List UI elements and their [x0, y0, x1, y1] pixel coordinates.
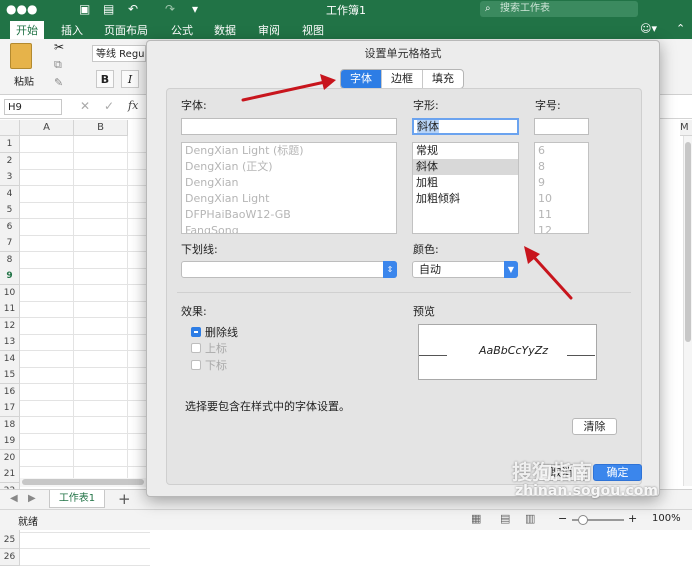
- annotation-arrows: [241, 74, 573, 300]
- row-header[interactable]: 26: [0, 548, 20, 566]
- arrow-to-italic-style: [524, 246, 573, 300]
- row-gridline: [20, 531, 150, 533]
- row-gridline: [20, 548, 150, 549]
- row-gridline: [20, 564, 150, 566]
- watermark-url: zhinan.sogou.com: [515, 483, 658, 499]
- arrow-to-font-tab: [241, 74, 336, 102]
- watermark-logo: 搜狗指南: [512, 460, 592, 484]
- row-header[interactable]: 25: [0, 532, 20, 549]
